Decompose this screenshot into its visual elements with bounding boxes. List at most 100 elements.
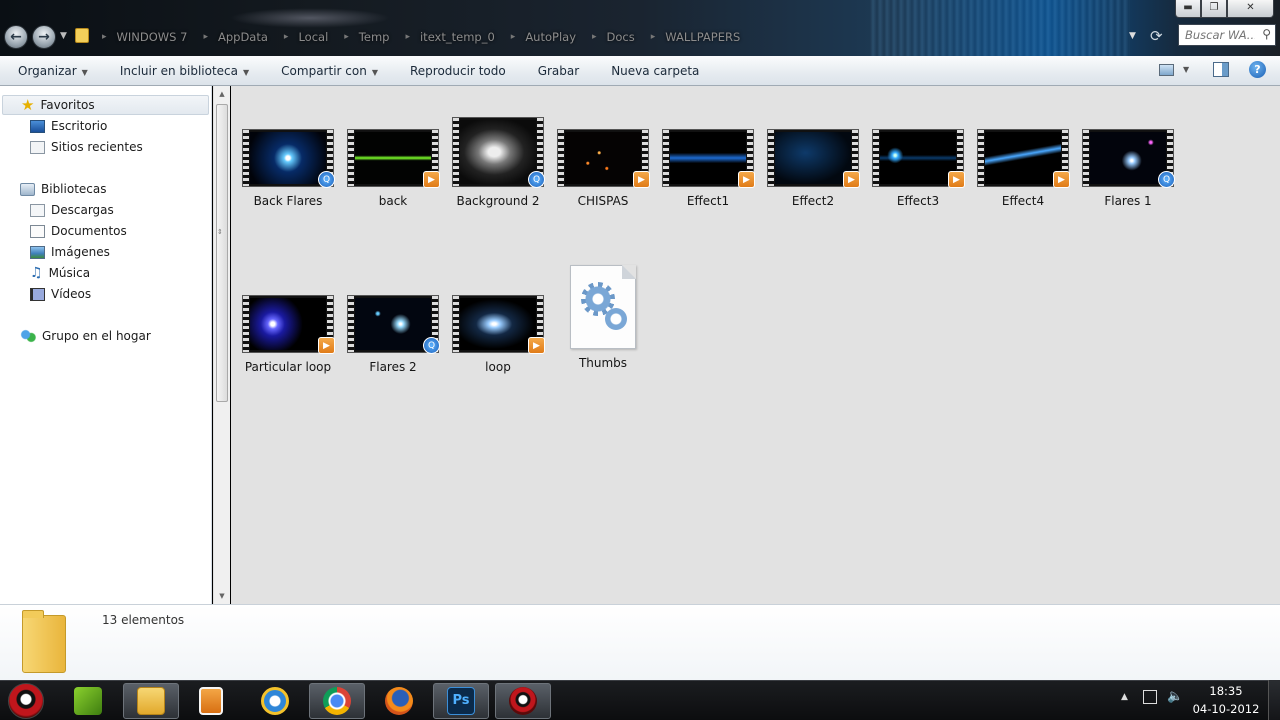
clock-date[interactable]: 04-10-2012 [1190,702,1262,716]
action-center-icon[interactable] [1143,690,1157,704]
play-all-button[interactable]: Reproducir todo [392,64,520,78]
file-item[interactable]: Q Flares 2 [341,295,445,374]
breadcrumb-separator-icon[interactable]: ▸ [203,32,208,42]
share-menu[interactable]: Compartir con ▼ [263,64,392,78]
nav-item-recent-places[interactable]: Sitios recientes [30,137,143,157]
nav-item-pictures[interactable]: Imágenes [30,242,110,262]
videos-icon [30,287,45,301]
start-orb[interactable] [8,683,44,719]
address-dropdown-icon[interactable]: ▼ [1129,31,1136,41]
media-player-icon [199,687,223,715]
documents-icon [30,224,45,238]
breadcrumb-item-autoplay[interactable]: AutoPlay [525,30,576,44]
file-item[interactable]: Q Back Flares [236,129,340,208]
file-name: Effect2 [791,194,835,208]
chevron-down-icon[interactable]: ▼ [1183,65,1189,74]
video-thumbnail: Q [1082,129,1175,188]
taskbar-firefox[interactable] [371,683,427,719]
file-item[interactable]: ▶ Effect2 [761,129,865,208]
file-item[interactable]: Q Flares 1 [1076,129,1180,208]
breadcrumb-separator-icon[interactable]: ▸ [405,32,410,42]
breadcrumb-separator-icon[interactable]: ▸ [102,32,107,42]
forward-button[interactable]: → [32,25,56,49]
include-library-menu[interactable]: Incluir en biblioteca ▼ [102,64,263,78]
search-box[interactable]: ⚲ [1178,24,1276,46]
preview-pane-icon[interactable] [1213,62,1229,77]
video-thumbnail: ▶ [767,129,860,188]
taskbar-nvidia[interactable] [60,683,116,719]
file-item[interactable]: ▶ Effect3 [866,129,970,208]
scroll-down-icon[interactable]: ▼ [214,588,230,604]
video-thumbnail: ▶ [347,129,440,188]
navigation-scrollbar[interactable]: ▲ ⇕ ▼ [213,86,230,604]
breadcrumb-separator-icon[interactable]: ▸ [651,32,656,42]
nav-item-downloads[interactable]: Descargas [30,200,114,220]
file-name: loop [485,360,511,374]
breadcrumb-item-temp[interactable]: Temp [359,30,390,44]
nav-item-label: Descargas [51,203,114,217]
breadcrumb: ▸ WINDOWS 7 ▸ AppData ▸ Local ▸ Temp ▸ i… [96,27,750,47]
taskbar-chrome[interactable] [309,683,365,719]
breadcrumb-item-appdata[interactable]: AppData [218,30,268,44]
help-icon[interactable]: ? [1249,61,1266,78]
breadcrumb-item-itext-temp[interactable]: itext_temp_0 [420,30,495,44]
organize-label: Organizar [18,63,77,78]
nav-item-homegroup[interactable]: Grupo en el hogar [20,326,151,346]
file-item[interactable]: ▶ back [341,129,445,208]
change-view-icon[interactable] [1159,64,1174,76]
new-folder-button[interactable]: Nueva carpeta [593,64,713,78]
nav-item-videos[interactable]: Vídeos [30,284,91,304]
play-icon: ▶ [528,337,545,354]
file-item[interactable]: ▶ Effect4 [971,129,1075,208]
recent-pages-dropdown-icon[interactable]: ▼ [60,31,67,41]
breadcrumb-separator-icon[interactable]: ▸ [511,32,516,42]
file-item[interactable]: ▶ loop [446,295,550,374]
nav-item-music[interactable]: ♫ Música [30,263,90,283]
refresh-icon[interactable]: ⟳ [1150,27,1163,45]
file-item[interactable]: ▶ Particular loop [236,295,340,374]
breadcrumb-item-local[interactable]: Local [298,30,328,44]
nav-item-desktop[interactable]: Escritorio [30,116,107,136]
file-name: Particular loop [244,360,332,374]
show-hidden-icons-icon[interactable]: ▲ [1121,692,1128,702]
maximize-button[interactable]: ❐ [1201,0,1227,18]
nav-item-label: Música [48,266,91,280]
taskbar-explorer[interactable] [123,683,179,719]
show-desktop-button[interactable] [1268,680,1280,720]
taskbar-media-player[interactable] [183,683,239,719]
play-icon: ▶ [633,171,650,188]
clock-time[interactable]: 18:35 [1196,684,1256,698]
taskbar-internet-explorer[interactable] [247,683,303,719]
file-name: Background 2 [456,194,540,208]
taskbar-photoshop[interactable]: Ps [433,683,489,719]
breadcrumb-item-docs[interactable]: Docs [607,30,635,44]
breadcrumb-separator-icon[interactable]: ▸ [284,32,289,42]
taskbar-app[interactable] [495,683,551,719]
breadcrumb-item-wallpapers[interactable]: WALLPAPERS [665,30,740,44]
breadcrumb-separator-icon[interactable]: ▸ [592,32,597,42]
item-count: 13 elementos [102,613,185,627]
nav-item-documents[interactable]: Documentos [30,221,127,241]
volume-icon[interactable]: 🔈 [1167,689,1183,704]
scrollbar-thumb[interactable] [216,104,228,402]
file-item[interactable]: Q Background 2 [446,117,550,208]
breadcrumb-separator-icon[interactable]: ▸ [344,32,349,42]
back-button[interactable]: ← [4,25,28,49]
video-thumbnail: Q [452,117,545,188]
file-item[interactable]: ▶ CHISPAS [551,129,655,208]
file-item[interactable]: ▶ Effect1 [656,129,760,208]
nav-item-label: Escritorio [51,119,108,133]
video-thumbnail: ▶ [242,295,335,354]
file-name: Effect3 [896,194,940,208]
scroll-up-icon[interactable]: ▲ [214,86,230,102]
breadcrumb-item-windows7[interactable]: WINDOWS 7 [117,30,188,44]
nav-item-libraries[interactable]: Bibliotecas [20,179,106,199]
close-button[interactable]: ✕ [1227,0,1274,18]
file-item[interactable]: Thumbs [551,265,655,370]
search-icon[interactable]: ⚲ [1262,27,1271,41]
search-input[interactable] [1179,25,1255,45]
burn-button[interactable]: Grabar [520,64,594,78]
minimize-button[interactable]: ▬ [1175,0,1201,18]
nav-item-favorites[interactable]: ★ Favoritos [2,95,209,115]
organize-menu[interactable]: Organizar ▼ [0,64,102,78]
